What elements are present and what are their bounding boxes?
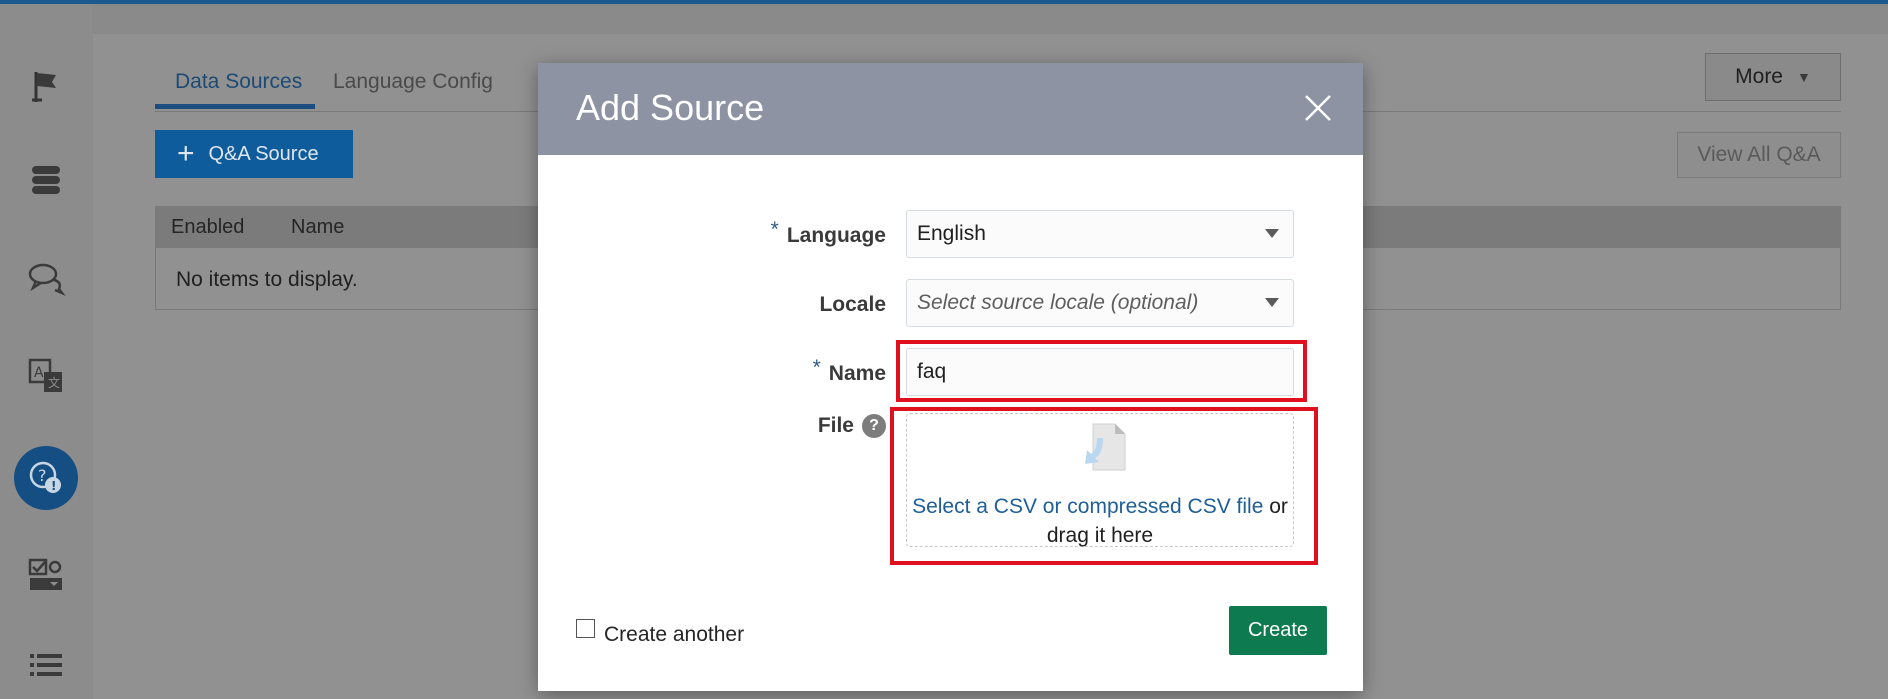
required-marker: *: [770, 218, 779, 241]
column-header-enabled[interactable]: Enabled: [171, 216, 244, 239]
tab-data-sources[interactable]: Data Sources: [175, 70, 302, 94]
locale-select[interactable]: Select source locale (optional): [906, 279, 1294, 327]
name-highlight-box: [896, 340, 1307, 402]
list-icon[interactable]: [22, 644, 70, 692]
language-label: Language: [786, 224, 886, 247]
checklist-icon[interactable]: [22, 550, 70, 598]
svg-text:?: ?: [38, 466, 47, 485]
add-source-dialog: Add Source * Language English Locale Sele…: [538, 63, 1363, 691]
flag-icon[interactable]: [22, 62, 70, 110]
chevron-down-icon: [1265, 229, 1279, 238]
svg-text:A: A: [34, 365, 44, 381]
help-icon[interactable]: ?: [862, 414, 886, 439]
add-qa-source-button[interactable]: + Q&A Source: [155, 130, 353, 178]
plus-icon: +: [177, 137, 195, 170]
name-label-wrap: * Name: [738, 356, 886, 386]
locale-label: Locale: [819, 293, 886, 316]
translate-icon[interactable]: A文: [22, 352, 70, 400]
database-icon[interactable]: [22, 156, 70, 204]
column-header-name[interactable]: Name: [291, 216, 344, 239]
chevron-down-icon: ▼: [1797, 69, 1811, 85]
file-label: File: [817, 414, 854, 437]
view-all-qa-label: View All Q&A: [1697, 143, 1821, 166]
locale-placeholder: Select source locale (optional): [917, 291, 1199, 314]
create-another-checkbox[interactable]: [576, 619, 595, 638]
close-icon[interactable]: [1301, 91, 1335, 125]
more-label: More: [1735, 65, 1783, 88]
active-tab-indicator: [155, 104, 315, 109]
view-all-qa-button[interactable]: View All Q&A: [1677, 132, 1841, 178]
name-label: Name: [828, 362, 886, 385]
language-select[interactable]: English: [906, 210, 1294, 258]
required-marker: *: [812, 356, 821, 379]
add-qa-source-label: Q&A Source: [208, 142, 319, 165]
file-highlight-box: [890, 407, 1318, 565]
dialog-title: Add Source: [576, 87, 765, 128]
language-value: English: [917, 222, 986, 245]
dialog-header: Add Source: [538, 63, 1363, 155]
top-accent-bar: [0, 0, 1888, 4]
chat-icon[interactable]: [22, 254, 70, 302]
svg-text:文: 文: [48, 375, 60, 390]
create-another-label[interactable]: Create another: [604, 623, 744, 647]
chevron-down-icon: [1265, 298, 1279, 307]
create-button[interactable]: Create: [1229, 606, 1327, 655]
language-label-wrap: * Language: [738, 218, 886, 248]
qna-icon[interactable]: ?!: [14, 446, 78, 510]
tab-language-config[interactable]: Language Config: [333, 70, 493, 94]
empty-message: No items to display.: [176, 268, 358, 291]
more-button[interactable]: More ▼: [1705, 53, 1841, 101]
file-label-wrap: File?: [738, 414, 886, 439]
left-navigation-rail: A文 ?!: [0, 4, 92, 699]
svg-text:!: !: [51, 479, 56, 493]
